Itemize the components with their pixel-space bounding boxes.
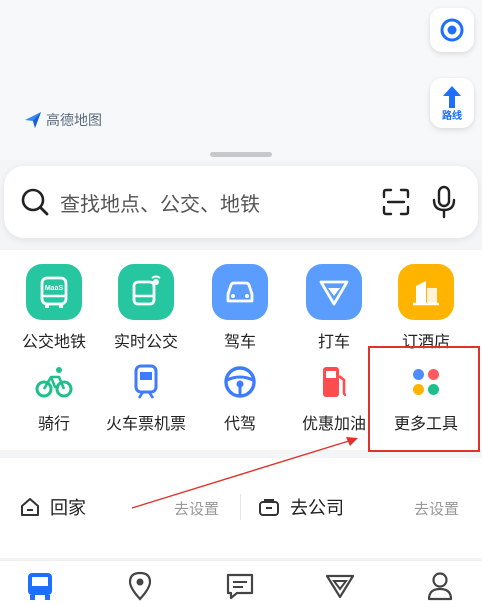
route-button[interactable]: 路线	[430, 78, 474, 128]
service-taxi[interactable]: 打车	[288, 264, 380, 352]
bus-tab-icon	[28, 573, 52, 600]
bus-icon: MaaS	[26, 264, 82, 320]
microphone-icon	[432, 185, 456, 219]
car-icon	[212, 264, 268, 320]
service-designated-driver[interactable]: 代驾	[194, 362, 286, 434]
maas-badge: MaaS	[45, 285, 64, 292]
service-label: 实时公交	[113, 332, 178, 351]
tab-taxi[interactable]	[320, 569, 360, 603]
service-train-flight[interactable]: 火车票机票	[100, 362, 192, 434]
message-tab-icon	[226, 573, 254, 600]
route-arrow-icon	[443, 85, 461, 108]
taxi-icon	[306, 264, 362, 320]
amap-logo-icon	[25, 112, 41, 128]
service-bus-metro[interactable]: MaaS 公交地铁	[8, 264, 100, 352]
service-cycling[interactable]: 骑行	[8, 362, 100, 434]
sheet-drag-handle[interactable]	[210, 152, 272, 157]
tab-profile[interactable]	[420, 569, 460, 603]
home-icon	[21, 498, 39, 516]
service-label: 火车票机票	[105, 414, 186, 433]
bottom-tab-bar	[0, 560, 482, 605]
service-label: 优惠加油	[301, 414, 366, 433]
service-drive[interactable]: 驾车	[194, 264, 286, 352]
service-label: 公交地铁	[21, 332, 86, 351]
service-label: 骑行	[37, 414, 70, 433]
work-label: 去公司	[290, 498, 344, 519]
search-input[interactable]: 查找地点、公交、地铁	[60, 188, 368, 217]
shortcut-divider	[240, 494, 241, 520]
service-realtime-bus[interactable]: 实时公交	[100, 264, 192, 352]
service-fuel-discount[interactable]: 优惠加油	[288, 362, 380, 434]
scan-icon	[382, 188, 410, 216]
search-bar[interactable]: 查找地点、公交、地铁	[4, 166, 478, 238]
bike-icon	[34, 362, 74, 402]
brand-name: 高德地图	[46, 113, 102, 129]
route-label: 路线	[442, 110, 462, 122]
highlight-box	[368, 346, 480, 452]
service-label: 代驾	[223, 414, 256, 433]
service-label: 打车	[317, 332, 350, 351]
locate-button[interactable]	[430, 8, 474, 52]
briefcase-icon	[259, 499, 279, 516]
shortcut-row: 回家 去设置 去公司 去设置	[0, 458, 482, 558]
scan-button[interactable]	[376, 182, 416, 222]
work-shortcut[interactable]: 去公司	[258, 494, 344, 520]
tab-messages[interactable]	[220, 569, 260, 603]
tab-nearby[interactable]	[120, 569, 160, 603]
fuel-icon	[314, 362, 354, 402]
locate-icon	[440, 18, 464, 42]
profile-tab-icon	[427, 572, 453, 601]
home-set-link[interactable]: 去设置	[174, 498, 219, 519]
tab-bus[interactable]	[20, 569, 60, 603]
map-view[interactable]	[0, 0, 482, 160]
work-set-link[interactable]: 去设置	[414, 498, 459, 519]
train-icon	[126, 362, 166, 402]
service-label: 驾车	[223, 332, 256, 351]
search-icon	[21, 188, 49, 216]
voice-button[interactable]	[424, 182, 464, 222]
taxi-tab-icon	[325, 574, 355, 599]
brand-logo: 高德地图	[24, 110, 102, 130]
service-hotel[interactable]: 订酒店	[380, 264, 472, 352]
location-tab-icon	[128, 571, 152, 601]
hotel-icon	[398, 264, 454, 320]
realtime-bus-icon	[118, 264, 174, 320]
home-label: 回家	[50, 498, 86, 519]
home-shortcut[interactable]: 回家	[20, 494, 86, 520]
steering-wheel-icon	[220, 362, 260, 402]
